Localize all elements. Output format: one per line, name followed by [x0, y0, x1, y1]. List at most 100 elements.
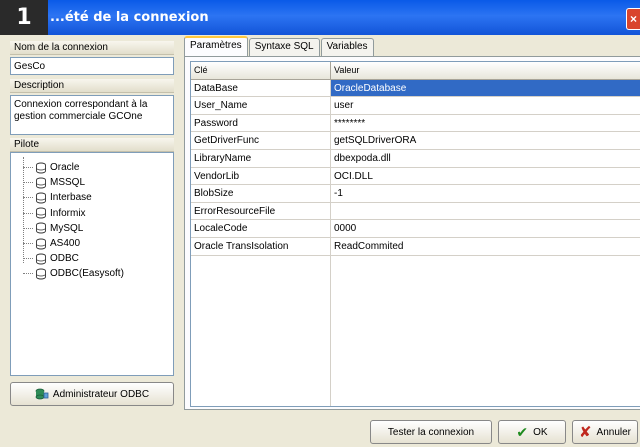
empty-row — [191, 378, 640, 397]
empty-row — [191, 273, 640, 291]
empty-cell — [331, 396, 640, 406]
param-value-cell[interactable]: ******** — [331, 115, 640, 133]
value-column-header[interactable]: Valeur — [331, 62, 640, 80]
database-icon — [36, 192, 46, 204]
empty-cell — [191, 255, 331, 274]
driver-item[interactable]: MySQL — [23, 221, 83, 236]
cancel-button[interactable]: ✘ Annuler — [572, 420, 638, 444]
empty-cell — [331, 326, 640, 344]
driver-item[interactable]: Interbase — [23, 190, 92, 205]
param-value-cell[interactable]: -1 — [331, 185, 640, 203]
table-row[interactable]: Password ******** — [191, 114, 640, 133]
param-value-cell[interactable]: user — [331, 97, 640, 115]
empty-row — [191, 361, 640, 379]
driver-item[interactable]: ODBC — [23, 251, 79, 266]
driver-label-text: MySQL — [50, 222, 84, 234]
test-connection-label: Tester la connexion — [387, 426, 475, 438]
driver-item[interactable]: MSSQL — [23, 175, 85, 190]
param-value-cell[interactable]: getSQLDriverORA — [331, 132, 640, 150]
empty-cell — [191, 396, 331, 406]
test-connection-button[interactable]: Tester la connexion — [370, 420, 492, 444]
empty-cell — [191, 378, 331, 397]
step-badge: 1 — [0, 0, 48, 35]
param-value-cell[interactable]: ReadCommited — [331, 238, 640, 256]
database-icon — [36, 268, 46, 280]
table-row[interactable]: ErrorResourceFile — [191, 202, 640, 221]
empty-cell — [331, 308, 640, 326]
description-textarea[interactable]: Connexion correspondant à la gestion com… — [10, 95, 174, 135]
param-value-cell[interactable]: OracleDatabase — [331, 79, 640, 98]
database-icon — [36, 162, 46, 173]
param-key-cell: BlobSize — [191, 185, 331, 203]
param-key-cell: DataBase — [191, 79, 331, 98]
driver-label-text: Interbase — [50, 192, 92, 204]
tab-variables[interactable]: Variables — [320, 38, 374, 56]
empty-row — [191, 343, 640, 362]
connection-name-label: Nom de la connexion — [10, 41, 174, 55]
database-icon — [36, 177, 46, 189]
table-row[interactable]: VendorLib OCI.DLL — [191, 167, 640, 186]
odbc-admin-label: Administrateur ODBC — [52, 388, 150, 400]
table-row[interactable]: GetDriverFunc getSQLDriverORA — [191, 132, 640, 150]
tree-connector — [23, 258, 33, 260]
param-key-cell: Oracle TransIsolation — [191, 238, 331, 256]
param-key-cell: Password — [191, 114, 331, 133]
table-row[interactable]: LocaleCode 0000 — [191, 220, 640, 238]
window-title: ...été de la connexion — [50, 10, 209, 25]
driver-label-text: ODBC — [50, 253, 79, 265]
empty-cell — [191, 326, 331, 344]
param-value-cell[interactable]: OCI.DLL — [331, 168, 640, 186]
database-icon — [36, 207, 46, 219]
driver-item[interactable]: Informix — [23, 206, 86, 221]
table-row[interactable]: Oracle TransIsolation ReadCommited — [191, 238, 640, 256]
empty-row — [191, 396, 640, 406]
empty-cell — [191, 290, 331, 309]
tab-syntaxe-sql[interactable]: Syntaxe SQL — [248, 38, 320, 56]
param-value-cell[interactable]: 0000 — [331, 220, 640, 238]
empty-cell — [191, 273, 331, 291]
empty-cell — [331, 256, 640, 274]
driver-label-text: ODBC(Easysoft) — [50, 268, 124, 280]
table-row[interactable]: LibraryName dbexpoda.dll — [191, 150, 640, 168]
database-icon — [36, 238, 46, 249]
param-value-cell[interactable]: dbexpoda.dll — [331, 150, 640, 168]
param-key-cell: User_Name — [191, 97, 331, 115]
empty-row — [191, 308, 640, 326]
description-label: Description — [10, 79, 174, 93]
param-key-cell: GetDriverFunc — [191, 132, 331, 150]
tree-connector — [23, 273, 33, 275]
param-value-cell[interactable] — [331, 203, 640, 221]
close-icon[interactable]: × — [626, 8, 640, 30]
empty-cell — [331, 291, 640, 309]
empty-row — [191, 326, 640, 344]
param-key-cell: LibraryName — [191, 150, 331, 168]
tree-connector — [23, 167, 33, 168]
grid-header: Clé Valeur — [191, 62, 640, 80]
param-key-cell: VendorLib — [191, 167, 331, 186]
param-key-cell: ErrorResourceFile — [191, 202, 331, 221]
driver-label: Pilote — [10, 138, 174, 152]
tab-parametres[interactable]: Paramètres — [184, 36, 248, 57]
ok-button[interactable]: ✔ OK — [498, 420, 566, 444]
cancel-icon: ✘ — [578, 424, 592, 441]
driver-item[interactable]: ODBC(Easysoft) — [23, 266, 124, 281]
driver-tree: Oracle MSSQL Interbase Informix MySQL AS400 OD… — [10, 152, 174, 376]
driver-item[interactable]: AS400 — [23, 236, 80, 251]
param-key-cell: LocaleCode — [191, 220, 331, 238]
table-row[interactable]: DataBase OracleDatabase — [191, 79, 640, 98]
key-column-header[interactable]: Clé — [191, 62, 331, 80]
empty-cell — [191, 343, 331, 362]
empty-row — [191, 290, 640, 309]
table-row[interactable]: User_Name user — [191, 97, 640, 115]
empty-cell — [331, 379, 640, 397]
tree-connector — [23, 182, 33, 184]
driver-item[interactable]: Oracle — [23, 160, 79, 175]
driver-label-text: Oracle — [50, 162, 80, 173]
connection-name-input[interactable]: GesCo — [10, 57, 174, 75]
table-row[interactable]: BlobSize -1 — [191, 185, 640, 203]
odbc-admin-button[interactable]: Administrateur ODBC — [10, 382, 174, 406]
tab-strip: Paramètres Syntaxe SQL Variables — [184, 36, 375, 57]
empty-cell — [331, 273, 640, 291]
empty-cell — [191, 361, 331, 379]
tree-connector — [23, 243, 33, 244]
